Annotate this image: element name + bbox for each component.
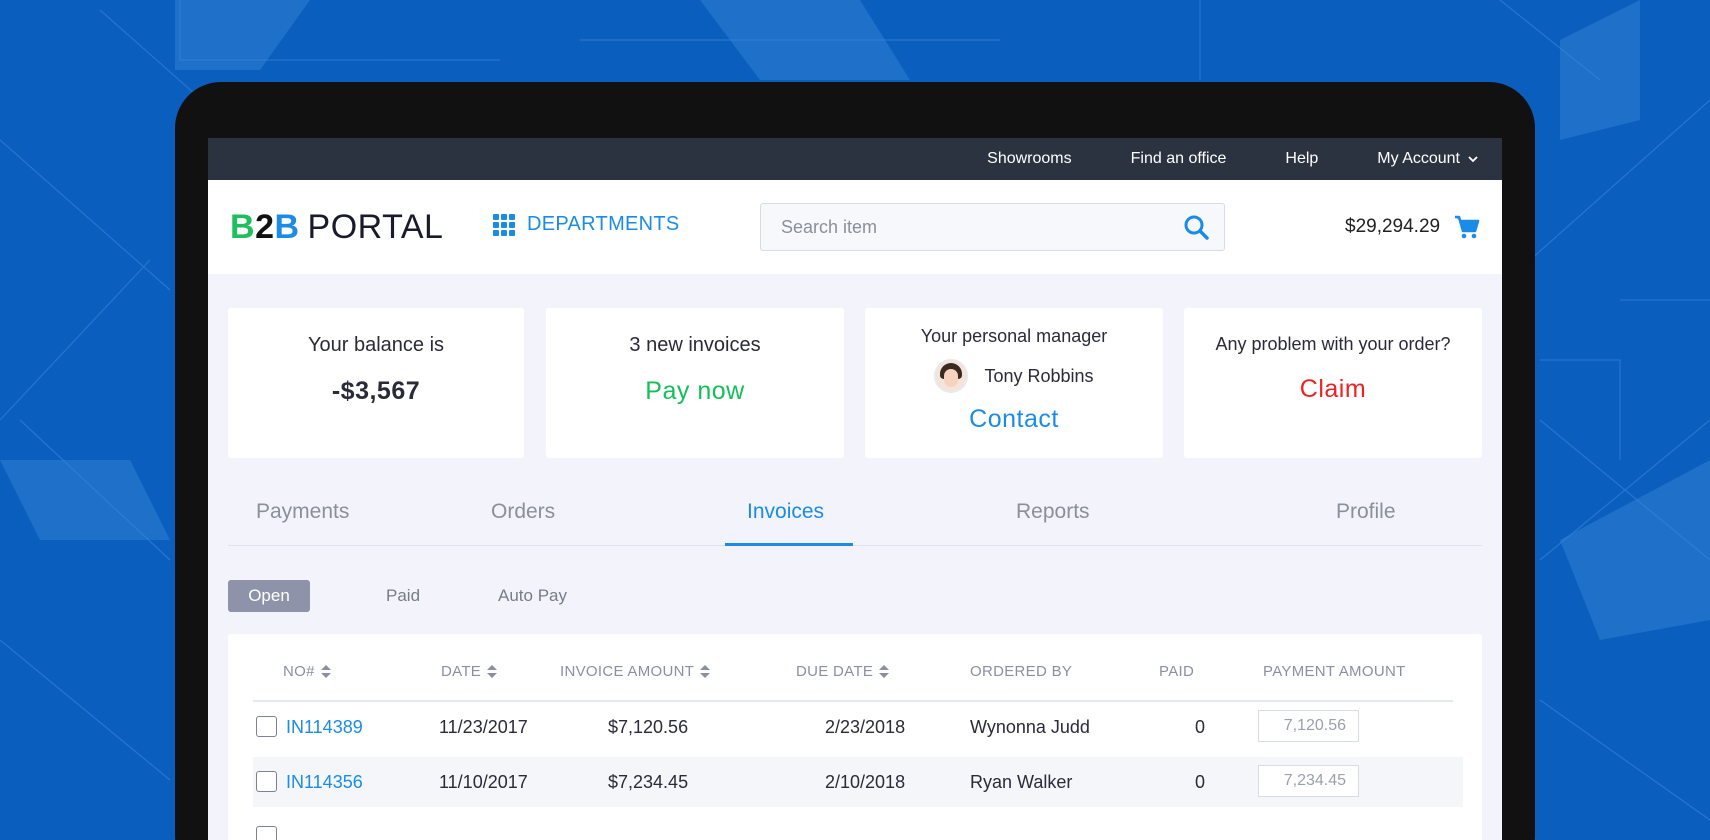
claim-link[interactable]: Claim: [1184, 375, 1482, 404]
invoice-number-link[interactable]: IN114389: [286, 717, 363, 738]
logo-b1: B: [230, 208, 256, 246]
row-checkbox[interactable]: [256, 826, 277, 840]
payment-amount-input[interactable]: 7,120.56: [1258, 710, 1359, 742]
subtab-paid[interactable]: Paid: [386, 580, 420, 612]
app-screen: Showrooms Find an office Help My Account…: [208, 138, 1502, 840]
invoice-number-link[interactable]: IN114356: [286, 772, 363, 793]
sort-icon: [320, 664, 331, 678]
my-account-menu[interactable]: My Account: [1377, 150, 1478, 168]
paid-value: 0: [1195, 717, 1206, 737]
table-row: IN114356 11/10/2017 $7,234.45 2/10/2018 …: [253, 757, 1463, 807]
cart-total-amount: $29,294.29: [1345, 216, 1441, 237]
balance-title: Your balance is: [307, 334, 445, 356]
col-due-date-label: DUE DATE: [796, 663, 874, 680]
invoice-amount: $7,234.45: [608, 772, 689, 792]
chevron-down-icon: [1468, 156, 1478, 163]
logo-b2: B: [274, 208, 300, 246]
main-header: B2BPORTAL DEPARTMENTS $29,294.29: [208, 180, 1502, 274]
summary-cards: Your balance is -$3,567 3 new invoices P…: [228, 308, 1482, 458]
col-date-header[interactable]: DATE: [441, 663, 498, 680]
table-row: IN114389 11/23/2017 $7,120.56 2/23/2018 …: [253, 702, 1463, 752]
main-tabs: Payments Orders Invoices Reports Profile: [228, 486, 1482, 546]
invoices-table: NO# DATE INVOICE AMOUNT DUE DATE ORDERED…: [228, 634, 1482, 840]
due-date: 2/10/2018: [825, 772, 906, 792]
col-invoice-amount-label: INVOICE AMOUNT: [560, 663, 695, 680]
tab-reports[interactable]: Reports: [1016, 500, 1090, 524]
table-header: NO# DATE INVOICE AMOUNT DUE DATE ORDERED…: [253, 634, 1453, 702]
sort-icon: [879, 664, 890, 678]
sort-icon: [700, 664, 711, 678]
my-account-label: My Account: [1377, 150, 1460, 167]
payment-amount-input[interactable]: 7,234.45: [1258, 765, 1359, 797]
departments-label: DEPARTMENTS: [527, 213, 680, 235]
invoice-amount: $7,120.56: [608, 717, 689, 737]
help-link[interactable]: Help: [1285, 150, 1318, 168]
table-row-partial: [253, 812, 1463, 840]
invoices-card: 3 new invoices Pay now: [546, 308, 844, 458]
balance-card: Your balance is -$3,567: [228, 308, 524, 458]
col-paid-header: PAID: [1159, 663, 1195, 680]
invoice-date: 11/23/2017: [439, 717, 528, 737]
cart[interactable]: $29,294.29: [1345, 214, 1480, 240]
ordered-by: Wynonna Judd: [970, 717, 1090, 737]
row-checkbox[interactable]: [256, 771, 277, 792]
grid-icon: [493, 213, 515, 236]
tab-invoices[interactable]: Invoices: [747, 500, 824, 524]
invoice-date: 11/10/2017: [439, 772, 528, 792]
active-tab-indicator: [725, 543, 853, 546]
find-an-office-link[interactable]: Find an office: [1131, 150, 1227, 168]
balance-value: -$3,567: [331, 377, 421, 405]
col-no-header[interactable]: NO#: [283, 663, 331, 680]
shopping-cart-icon: [1455, 215, 1480, 239]
departments-menu[interactable]: DEPARTMENTS: [493, 213, 680, 236]
problem-card: Any problem with your order? Claim: [1184, 308, 1482, 458]
problem-title: Any problem with your order?: [1215, 334, 1451, 354]
logo-portal: PORTAL: [307, 208, 444, 246]
col-ordered-by-header: ORDERED BY: [970, 663, 1073, 680]
subtab-auto-pay[interactable]: Auto Pay: [498, 580, 567, 612]
paid-value: 0: [1195, 772, 1206, 792]
tab-profile[interactable]: Profile: [1336, 500, 1396, 524]
search-button[interactable]: [1168, 214, 1224, 240]
showrooms-link[interactable]: Showrooms: [987, 150, 1071, 168]
col-payment-amount-header: PAYMENT AMOUNT: [1263, 663, 1406, 680]
manager-name: Tony Robbins: [984, 365, 1094, 386]
new-invoices-title: 3 new invoices: [629, 334, 761, 356]
sort-icon: [487, 664, 498, 678]
col-no-label: NO#: [283, 663, 315, 680]
search-input[interactable]: [781, 216, 1168, 238]
contact-link[interactable]: Contact: [865, 405, 1163, 434]
pay-now-link[interactable]: Pay now: [546, 377, 844, 406]
col-due-date-header[interactable]: DUE DATE: [796, 663, 890, 680]
tab-payments[interactable]: Payments: [256, 500, 349, 524]
manager-title: Your personal manager: [920, 326, 1108, 346]
col-invoice-amount-header[interactable]: INVOICE AMOUNT: [560, 663, 711, 680]
avatar: [934, 359, 969, 393]
row-checkbox[interactable]: [256, 716, 277, 737]
top-utility-bar: Showrooms Find an office Help My Account: [208, 138, 1502, 180]
due-date: 2/23/2018: [825, 717, 906, 737]
search-icon: [1184, 215, 1209, 240]
search-box: [760, 203, 1225, 251]
col-date-label: DATE: [441, 663, 482, 680]
b2b-portal-logo[interactable]: B2B PORTAL: [230, 208, 443, 247]
subtab-open[interactable]: Open: [228, 580, 310, 612]
logo-2: 2: [255, 208, 275, 246]
manager-info: Tony Robbins: [865, 359, 1163, 393]
ordered-by: Ryan Walker: [970, 772, 1073, 792]
tab-orders[interactable]: Orders: [491, 500, 555, 524]
manager-card: Your personal manager Tony Robbins Conta…: [865, 308, 1163, 458]
